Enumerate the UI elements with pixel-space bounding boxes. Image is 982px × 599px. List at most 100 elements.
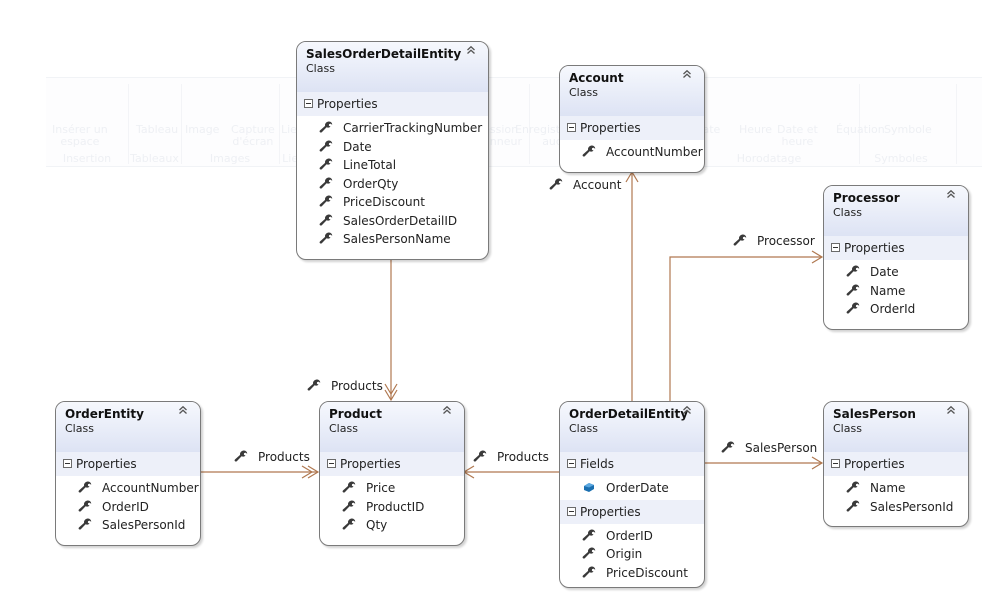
member-name: Date <box>343 139 372 154</box>
class-sales-order-detail-entity[interactable]: SalesOrderDetailEntity Class Properties Car… <box>296 41 489 260</box>
wrench-icon <box>319 120 333 133</box>
collapse-section-icon[interactable] <box>831 243 840 252</box>
member-name: LineTotal <box>343 158 397 172</box>
section-header-properties[interactable]: Properties <box>297 92 488 116</box>
member-name: Date <box>870 265 899 279</box>
class-header[interactable]: Account Class <box>560 66 704 116</box>
association-label-products-order-detail[interactable]: Products <box>473 449 549 465</box>
member-item[interactable]: Qty <box>320 516 464 535</box>
association-label-salesperson[interactable]: SalesPerson <box>721 440 817 456</box>
collapse-chevron-icon[interactable] <box>178 405 190 417</box>
association-label-processor[interactable]: Processor <box>733 233 815 249</box>
association-label-products-vertical[interactable]: Products <box>307 378 383 394</box>
class-header[interactable]: SalesOrderDetailEntity Class <box>297 42 488 92</box>
class-order-detail-entity[interactable]: OrderDetailEntity Class Fields OrderDate Pro… <box>559 401 705 588</box>
section-title: Properties <box>580 504 641 519</box>
collapse-section-icon[interactable] <box>304 99 313 108</box>
class-product[interactable]: Product Class Properties Price ProductID Qty <box>319 401 465 546</box>
class-header[interactable]: OrderEntity Class <box>56 402 200 452</box>
wrench-icon <box>582 144 596 157</box>
wrench-icon <box>319 231 333 244</box>
wrench-icon <box>721 441 735 453</box>
wrench-icon <box>846 301 860 314</box>
collapse-chevron-icon[interactable] <box>946 189 958 201</box>
class-order-entity[interactable]: OrderEntity Class Properties AccountNumber O… <box>55 401 201 546</box>
member-item[interactable]: LineTotal <box>297 156 488 175</box>
wrench-icon <box>319 176 333 189</box>
member-item[interactable]: OrderDate <box>560 479 704 498</box>
member-item[interactable]: CarrierTrackingNumber <box>297 119 488 138</box>
collapse-section-icon[interactable] <box>567 459 576 468</box>
section-members: AccountNumber <box>560 140 704 164</box>
section-title: Properties <box>844 241 905 255</box>
member-item[interactable]: Date <box>297 138 488 157</box>
class-header[interactable]: Processor Class <box>824 186 968 236</box>
wrench-icon <box>342 480 356 493</box>
class-header[interactable]: SalesPerson Class <box>824 402 968 452</box>
collapse-section-icon[interactable] <box>327 459 336 468</box>
collapse-chevron-icon[interactable] <box>682 405 694 417</box>
member-item[interactable]: OrderQty <box>297 175 488 194</box>
member-item[interactable]: SalesPersonName <box>297 230 488 249</box>
association-label-products-order-entity[interactable]: Products <box>234 449 310 465</box>
wrench-icon <box>846 480 860 493</box>
class-sales-person[interactable]: SalesPerson Class Properties Name SalesPerso… <box>823 401 969 527</box>
section-header-properties[interactable]: Properties <box>824 452 968 476</box>
member-name: Qty <box>366 518 388 532</box>
association-label-account[interactable]: Account <box>549 177 621 193</box>
class-account[interactable]: Account Class Properties AccountNumber <box>559 65 705 173</box>
collapse-chevron-icon[interactable] <box>466 45 478 57</box>
member-item[interactable]: OrderID <box>56 498 200 517</box>
section-header-properties[interactable]: Properties <box>56 452 200 476</box>
collapse-chevron-icon[interactable] <box>682 69 694 81</box>
class-header[interactable]: Product Class <box>320 402 464 452</box>
member-item[interactable]: SalesPersonId <box>824 498 968 517</box>
class-header[interactable]: OrderDetailEntity Class <box>560 402 704 452</box>
section-members: AccountNumber OrderID SalesPersonId <box>56 476 200 537</box>
member-name: Origin <box>606 547 643 561</box>
wrench-icon <box>319 194 333 207</box>
wrench-icon <box>733 234 747 246</box>
member-name: OrderId <box>870 302 916 316</box>
section-title: Properties <box>580 121 641 135</box>
member-item[interactable]: PriceDiscount <box>297 193 488 212</box>
member-item[interactable]: ProductID <box>320 498 464 517</box>
member-item[interactable]: Origin <box>560 545 704 564</box>
member-item[interactable]: AccountNumber <box>560 143 704 162</box>
field-icon <box>582 480 596 492</box>
member-item[interactable]: Date <box>824 263 968 282</box>
member-item[interactable]: Price <box>320 479 464 498</box>
collapse-chevron-icon[interactable] <box>946 405 958 417</box>
member-item[interactable]: OrderID <box>560 527 704 546</box>
section-header-properties[interactable]: Properties <box>560 116 704 140</box>
section-members: OrderID Origin PriceDiscount <box>560 524 704 585</box>
collapse-section-icon[interactable] <box>63 459 72 468</box>
section-header-properties[interactable]: Properties <box>560 499 704 524</box>
collapse-section-icon[interactable] <box>567 506 576 516</box>
member-item[interactable]: SalesPersonId <box>56 516 200 535</box>
member-item[interactable]: Name <box>824 282 968 301</box>
wrench-icon <box>342 499 356 512</box>
member-item[interactable]: OrderId <box>824 300 968 319</box>
wrench-icon <box>473 450 487 462</box>
class-kind: Class <box>569 422 598 435</box>
member-item[interactable]: PriceDiscount <box>560 564 704 583</box>
member-item[interactable]: Name <box>824 479 968 498</box>
section-title: Properties <box>340 457 401 471</box>
section-header-properties[interactable]: Properties <box>824 236 968 260</box>
section-header-fields[interactable]: Fields <box>560 452 704 476</box>
member-name: Name <box>870 481 906 495</box>
collapse-section-icon[interactable] <box>567 123 576 132</box>
wrench-icon <box>78 480 92 493</box>
section-title: Properties <box>76 457 137 471</box>
collapse-chevron-icon[interactable] <box>442 405 454 417</box>
member-name: OrderQty <box>343 176 399 191</box>
collapse-section-icon[interactable] <box>831 459 840 468</box>
class-processor[interactable]: Processor Class Properties Date Name OrderId <box>823 185 969 330</box>
member-item[interactable]: AccountNumber <box>56 479 200 498</box>
section-header-properties[interactable]: Properties <box>320 452 464 476</box>
member-item[interactable]: SalesOrderDetailID <box>297 212 488 231</box>
section-title: Properties <box>844 457 905 471</box>
connector-order-detail-to-processor[interactable] <box>669 256 822 401</box>
wrench-icon <box>234 450 248 462</box>
